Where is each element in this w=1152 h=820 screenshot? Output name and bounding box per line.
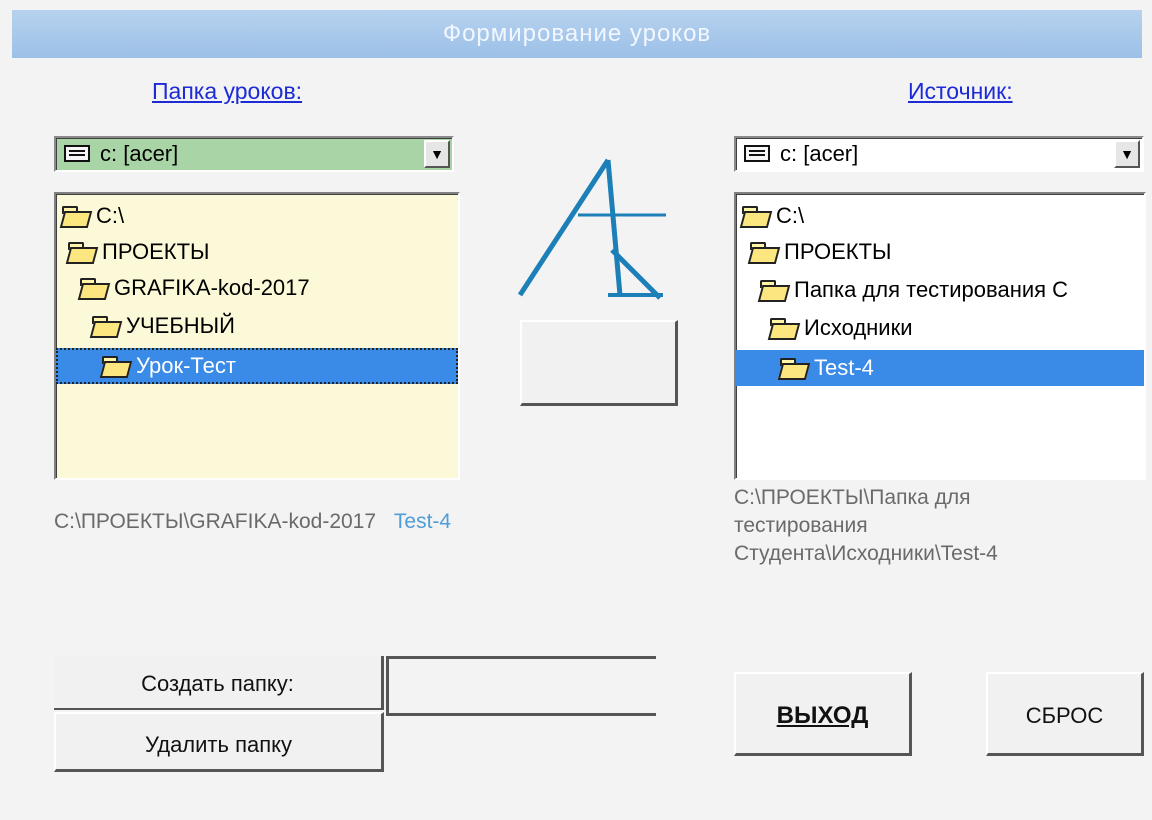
- delete-folder-button[interactable]: Удалить папку: [54, 712, 384, 772]
- folder-open-icon: [92, 316, 120, 336]
- lessons-drive-value: c: [acer]: [100, 141, 179, 166]
- folder-name-input[interactable]: [390, 660, 656, 712]
- tree-item-projects[interactable]: ПРОЕКТЫ: [68, 234, 210, 270]
- create-folder-label: Создать папку:: [141, 671, 294, 696]
- tree-item-projects[interactable]: ПРОЕКТЫ: [750, 234, 892, 270]
- folder-open-icon: [780, 358, 808, 378]
- tree-item-grafika[interactable]: GRAFIKA-kod-2017: [80, 270, 310, 306]
- lessons-folder-list[interactable]: C:\ ПРОЕКТЫ GRAFIKA-kod-2017 УЧЕБНЫЙ Уро…: [54, 192, 460, 480]
- folder-open-icon: [62, 206, 90, 226]
- folder-open-icon: [760, 280, 788, 300]
- folder-open-icon: [102, 356, 130, 376]
- window-title: Формирование уроков: [442, 20, 712, 47]
- drive-icon: [744, 145, 770, 162]
- delete-folder-label: Удалить папку: [144, 732, 293, 757]
- chevron-down-icon[interactable]: ▼: [424, 140, 450, 168]
- folder-open-icon: [80, 278, 108, 298]
- lessons-path: C:\ПРОЕКТЫ\GRAFIKA-kod-2017 Test-4: [54, 510, 452, 533]
- source-path: C:\ПРОЕКТЫ\Папка для тестирования Студен…: [734, 484, 998, 568]
- tree-item-test-4[interactable]: Test-4: [736, 350, 1144, 386]
- exit-label: ВЫХОД: [776, 702, 869, 729]
- window-title-bar: Формирование уроков: [12, 10, 1142, 58]
- folder-open-icon: [750, 242, 778, 262]
- tree-item-testing-folder[interactable]: Папка для тестирования С: [760, 272, 1068, 308]
- reset-button[interactable]: СБРОС: [986, 672, 1144, 756]
- tree-item-lesson-test[interactable]: Урок-Тест: [56, 348, 458, 384]
- folder-name-input-bottom-border: [386, 713, 656, 716]
- tree-item-sources[interactable]: Исходники: [770, 310, 913, 346]
- tree-item-root[interactable]: C:\: [742, 198, 804, 234]
- chevron-down-icon[interactable]: ▼: [1114, 140, 1140, 168]
- drive-icon: [64, 145, 90, 162]
- folder-open-icon: [742, 206, 770, 226]
- reset-label: СБРОС: [1025, 703, 1104, 728]
- source-label[interactable]: Источник:: [908, 78, 1013, 105]
- lessons-drive-select[interactable]: c: [acer] ▼: [54, 136, 454, 172]
- source-path-line: C:\ПРОЕКТЫ\Папка для: [734, 486, 971, 509]
- source-drive-value: c: [acer]: [780, 141, 859, 166]
- create-folder-button[interactable]: Создать папку:: [54, 656, 384, 710]
- folder-open-icon: [68, 242, 96, 262]
- folder-open-icon: [770, 318, 798, 338]
- tree-item-root[interactable]: C:\: [62, 198, 124, 234]
- folder-name-input-top-border: [386, 656, 656, 659]
- lessons-path-target: Test-4: [393, 510, 452, 533]
- source-folder-list[interactable]: C:\ ПРОЕКТЫ Папка для тестирования С Исх…: [734, 192, 1146, 480]
- folder-name-input-left-border: [386, 656, 389, 716]
- tree-item-uchebny[interactable]: УЧЕБНЫЙ: [92, 308, 235, 344]
- source-drive-select[interactable]: c: [acer] ▼: [734, 136, 1144, 172]
- transfer-logo-icon: [517, 158, 666, 300]
- source-path-line: Студента\Исходники\Test-4: [734, 542, 998, 565]
- lessons-folder-label[interactable]: Папка уроков:: [152, 78, 302, 105]
- copy-button[interactable]: [520, 320, 678, 406]
- source-path-line: тестирования: [734, 514, 868, 537]
- exit-button[interactable]: ВЫХОД: [734, 672, 912, 756]
